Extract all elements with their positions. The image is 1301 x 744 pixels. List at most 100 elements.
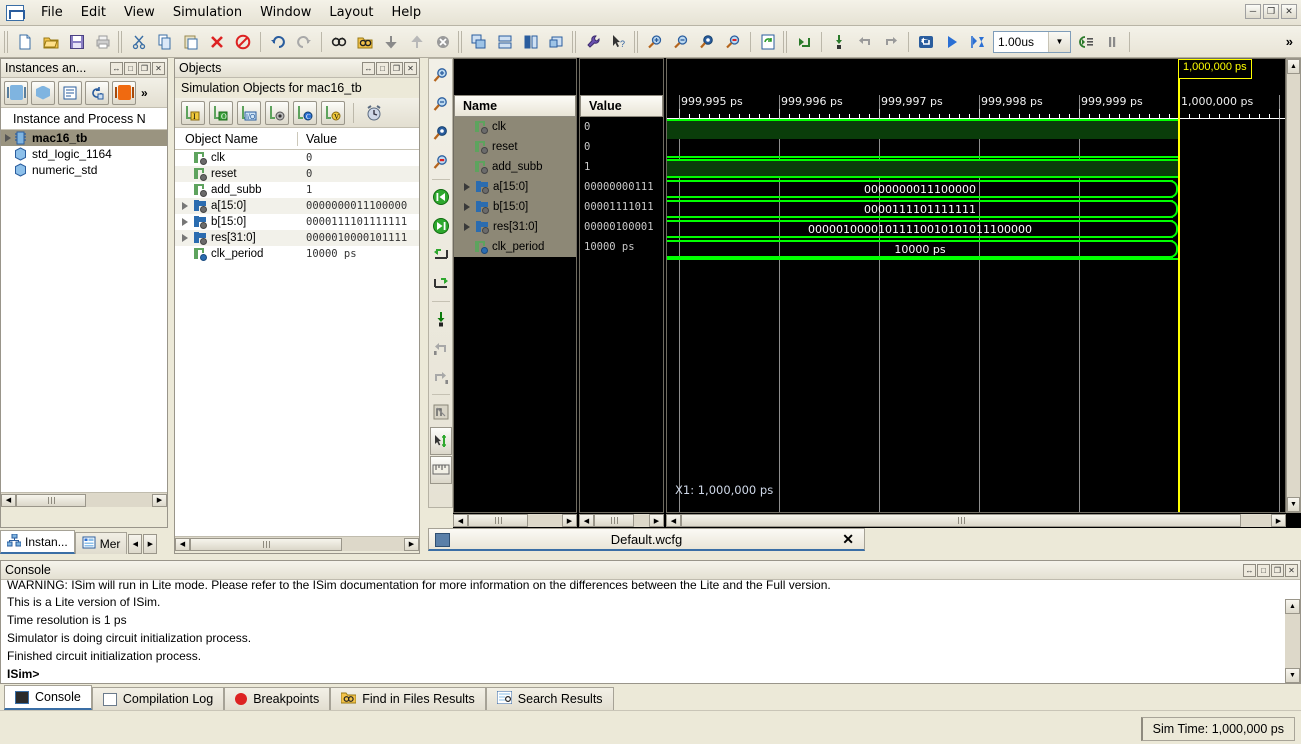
toolbar-grip-3[interactable]: [458, 31, 464, 53]
scroll-down-icon[interactable]: ▼: [1287, 497, 1300, 512]
zoom-to-cursor-icon[interactable]: [720, 29, 746, 55]
zoom-out-icon[interactable]: [668, 29, 694, 55]
filter-input-icon[interactable]: I: [181, 101, 205, 125]
refresh-icon[interactable]: [755, 29, 781, 55]
instances-toolbar-overflow[interactable]: »: [141, 86, 148, 100]
scroll-track[interactable]: [190, 538, 404, 551]
snap-to-transition-icon[interactable]: [430, 398, 452, 426]
menu-help[interactable]: Help: [383, 2, 431, 23]
zoom-in-icon[interactable]: [642, 29, 668, 55]
waveform-name-column[interactable]: Name clk reset add_subb a[15:0]: [453, 58, 577, 513]
wave-signal-res[interactable]: 00000100001011110010101011100000: [667, 219, 1285, 239]
waveform-signal-row[interactable]: reset: [454, 137, 576, 157]
zoom-fit-icon[interactable]: [694, 29, 720, 55]
scroll-track[interactable]: [681, 514, 1271, 527]
tab-memory[interactable]: Mer: [75, 532, 128, 554]
tab-search-results[interactable]: Search Results: [486, 687, 614, 710]
close-button[interactable]: ✕: [1281, 4, 1297, 19]
restart-sim-icon[interactable]: [913, 29, 939, 55]
scroll-left-icon[interactable]: ◀: [453, 514, 468, 527]
float-icon[interactable]: ❐: [390, 62, 403, 75]
objects-horizontal-scrollbar[interactable]: ◀ ▶: [175, 536, 419, 551]
table-row[interactable]: clk_period 10000 ps: [175, 246, 419, 262]
copy-icon[interactable]: [152, 29, 178, 55]
waveform-canvas[interactable]: 999,995 ps 999,996 ps 999,997 ps 999,998…: [666, 58, 1286, 513]
dock-icon[interactable]: ↔: [110, 62, 123, 75]
undo-icon[interactable]: [265, 29, 291, 55]
column-header-object-name[interactable]: Object Name: [175, 132, 298, 146]
prev-transition-icon[interactable]: [430, 241, 452, 269]
instance-filter-icon[interactable]: [4, 81, 28, 105]
step-forward-icon[interactable]: [878, 29, 904, 55]
scroll-thumb[interactable]: [16, 494, 86, 507]
reload-icon[interactable]: [85, 81, 109, 105]
scroll-track[interactable]: [16, 494, 152, 507]
next-marker-icon[interactable]: [430, 363, 452, 391]
filter-output-icon[interactable]: O: [209, 101, 233, 125]
close-icon[interactable]: ✕: [1285, 564, 1298, 577]
filter-inout-icon[interactable]: I/O: [237, 101, 261, 125]
scroll-left-icon[interactable]: ◀: [666, 514, 681, 527]
waveform-signal-row[interactable]: a[15:0]: [454, 177, 576, 197]
table-row[interactable]: res[31:0] 0000010000101111: [175, 230, 419, 246]
dock-icon[interactable]: ↔: [362, 62, 375, 75]
run-time-combo[interactable]: ▼: [993, 31, 1071, 53]
tab-breakpoints[interactable]: Breakpoints: [224, 687, 330, 710]
scroll-up-icon[interactable]: ▲: [1287, 59, 1300, 74]
tile-horizontal-icon[interactable]: [492, 29, 518, 55]
cursor-x1-flag[interactable]: 1,000,000 ps: [1178, 59, 1252, 79]
scroll-thumb[interactable]: [190, 538, 342, 551]
restore-button[interactable]: ❐: [1263, 4, 1279, 19]
instances-horizontal-scrollbar[interactable]: ◀ ▶: [1, 492, 167, 507]
scroll-up-icon[interactable]: ▲: [1285, 599, 1300, 614]
table-row[interactable]: a[15:0] 0000000011100000: [175, 198, 419, 214]
memory-icon[interactable]: [112, 81, 136, 105]
waveform-vertical-scrollbar[interactable]: ▲ ▼: [1286, 58, 1301, 513]
waveform-value-header[interactable]: Value: [580, 95, 663, 117]
tab-scroll-left-icon[interactable]: ◀: [128, 534, 142, 554]
pause-icon[interactable]: [1099, 29, 1125, 55]
console-output[interactable]: WARNING: ISim will run in Lite mode. Ple…: [1, 580, 1300, 683]
measure-icon[interactable]: [430, 456, 452, 484]
toolbar-grip-5[interactable]: [634, 31, 640, 53]
console-vertical-scrollbar[interactable]: ▲ ▼: [1285, 599, 1300, 683]
minimize-button[interactable]: ─: [1245, 4, 1261, 19]
tab-console[interactable]: Console: [4, 685, 92, 710]
save-icon[interactable]: [64, 29, 90, 55]
wave-signal-b[interactable]: 0000111101111111: [667, 199, 1285, 219]
run-all-icon[interactable]: [826, 29, 852, 55]
run-for-time-icon[interactable]: [965, 29, 991, 55]
next-transition-icon[interactable]: [430, 270, 452, 298]
open-folder-icon[interactable]: [38, 29, 64, 55]
waveform-name-scrollbar[interactable]: ◀ ▶: [453, 513, 577, 528]
delete-icon[interactable]: [204, 29, 230, 55]
close-icon[interactable]: ✕: [404, 62, 417, 75]
cut-icon[interactable]: [126, 29, 152, 55]
instances-tree[interactable]: mac16_tb std_logic_1164 numeric_std: [1, 130, 167, 492]
instance-row-mac16-tb[interactable]: mac16_tb: [1, 130, 167, 146]
wave-signal-reset[interactable]: [667, 139, 1285, 159]
zoom-fit-icon[interactable]: [430, 119, 452, 147]
cascade-windows-icon[interactable]: [466, 29, 492, 55]
chevron-down-icon[interactable]: ▼: [1048, 32, 1070, 52]
table-row[interactable]: add_subb 1: [175, 182, 419, 198]
wave-signal-clk[interactable]: [667, 119, 1285, 139]
maximize-icon[interactable]: □: [376, 62, 389, 75]
menu-file[interactable]: File: [32, 2, 72, 23]
scroll-left-icon[interactable]: ◀: [579, 514, 594, 527]
float-icon[interactable]: ❐: [138, 62, 151, 75]
scroll-thumb[interactable]: [594, 514, 634, 527]
table-row[interactable]: reset 0: [175, 166, 419, 182]
new-file-icon[interactable]: [12, 29, 38, 55]
redo-icon[interactable]: [291, 29, 317, 55]
cursor-x1-line[interactable]: [1178, 71, 1180, 512]
waveform-signal-row[interactable]: res[31:0]: [454, 217, 576, 237]
no-entry-icon[interactable]: [230, 29, 256, 55]
waveform-canvas-scrollbar[interactable]: ◀ ▶: [666, 513, 1286, 528]
toolbar-grip-2[interactable]: [118, 31, 124, 53]
wrench-icon[interactable]: [580, 29, 606, 55]
waveform-signal-row[interactable]: b[15:0]: [454, 197, 576, 217]
scroll-right-icon[interactable]: ▶: [404, 538, 419, 551]
menu-layout[interactable]: Layout: [320, 2, 382, 23]
objects-table[interactable]: clk 0 reset 0 add_subb 1 a[15:0] 0000000…: [175, 150, 419, 536]
